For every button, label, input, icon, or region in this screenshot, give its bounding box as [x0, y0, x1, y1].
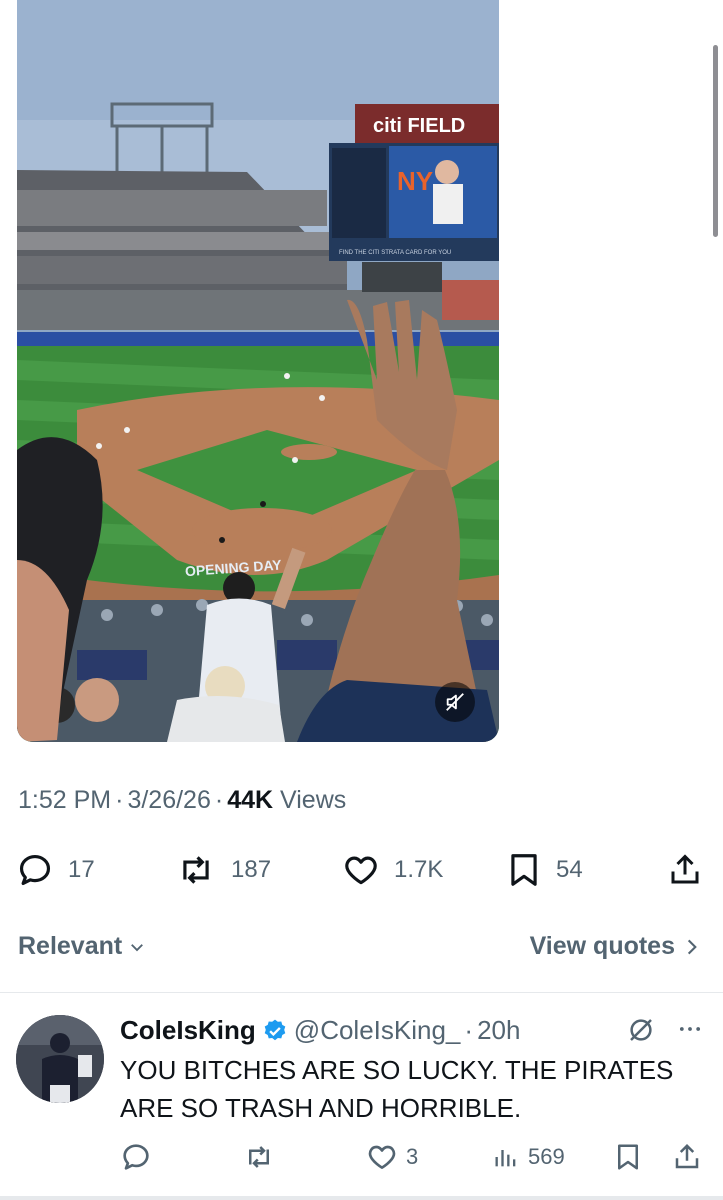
sort-dropdown[interactable]: Relevant [18, 932, 146, 961]
repost-button[interactable]: 187 [175, 845, 271, 895]
stadium-video-frame: citi FIELD NY FIND THE CITI STRATA CARD … [17, 0, 499, 742]
share-icon [675, 1143, 699, 1169]
reply-views-count: 569 [528, 1144, 565, 1169]
view-quotes-link[interactable]: View quotes [530, 932, 699, 961]
reply-display-name[interactable]: ColeIsKing [120, 1015, 256, 1046]
avatar[interactable] [16, 1015, 104, 1103]
bookmark-icon [618, 1144, 638, 1170]
more-horizontal-icon [679, 1027, 701, 1031]
share-button[interactable] [667, 845, 703, 895]
scoreboard-caption: FIND THE CITI STRATA CARD FOR YOU [339, 250, 451, 256]
scoreboard-brand: citi FIELD [373, 115, 465, 137]
reply-count: 17 [68, 856, 95, 883]
bookmark-count: 54 [556, 856, 583, 883]
reply-handle[interactable]: @ColeIsKing_ [294, 1015, 461, 1046]
reply-bookmark-button[interactable] [614, 1137, 642, 1177]
bottom-divider [0, 1196, 723, 1200]
bookmark-icon [511, 854, 537, 886]
share-icon [671, 854, 699, 884]
reply-icon [123, 1144, 149, 1170]
video-player[interactable]: citi FIELD NY FIND THE CITI STRATA CARD … [17, 0, 499, 742]
repost-icon [249, 1146, 269, 1168]
reply-like-count: 3 [406, 1144, 419, 1169]
heart-icon [368, 1145, 396, 1169]
reply-icon [19, 854, 51, 886]
view-quotes-label: View quotes [529, 932, 675, 960]
reply-button[interactable]: 17 [16, 845, 95, 895]
mute-toggle-button[interactable] [435, 682, 475, 722]
like-count: 1.7K [394, 856, 444, 883]
chevron-down-icon [131, 943, 144, 951]
views-chart-icon [495, 1150, 516, 1167]
reply-views-button[interactable]: 569 [492, 1137, 565, 1177]
reply-like-button[interactable]: 3 [366, 1137, 418, 1177]
svg-text:NY: NY [397, 166, 433, 196]
grok-button[interactable] [626, 1015, 656, 1050]
avatar-image [16, 1015, 104, 1103]
post-time: 1:52 PM [18, 786, 112, 814]
chevron-right-icon [687, 939, 697, 954]
views-label: Views [280, 786, 347, 814]
bookmark-button[interactable]: 54 [506, 845, 583, 895]
reply-sort-row: Relevant View quotes [0, 924, 723, 972]
reply-post[interactable]: ColeIsKing @ColeIsKing_ · 20h YOU BITCHE… [0, 993, 723, 1200]
reply-action-bar: 3 569 [0, 1137, 723, 1177]
like-button[interactable]: 1.7K [342, 845, 443, 895]
scroll-indicator[interactable] [713, 45, 718, 237]
repost-count: 187 [231, 856, 272, 883]
views-count: 44K [227, 786, 274, 814]
reply-reply-button[interactable] [120, 1137, 152, 1177]
grok-icon [630, 1019, 652, 1041]
verified-badge-icon [262, 1018, 288, 1044]
post-action-bar: 17 187 1.7K 54 [0, 845, 723, 895]
reply-share-button[interactable] [672, 1137, 702, 1177]
reply-time[interactable]: 20h [477, 1015, 520, 1046]
repost-icon [183, 856, 209, 884]
reply-repost-button[interactable] [242, 1137, 276, 1177]
heart-icon [345, 856, 377, 885]
post-date[interactable]: 3/26/26 [127, 786, 210, 814]
speaker-muted-icon [446, 693, 464, 711]
reply-header: ColeIsKing @ColeIsKing_ · 20h [120, 1015, 521, 1046]
reply-text: YOU BITCHES ARE SO LUCKY. THE PIRATES AR… [120, 1055, 674, 1123]
post-meta: 1:52 PM · 3/26/26 · 44K Views [18, 786, 347, 814]
sort-label: Relevant [18, 932, 123, 960]
more-options-button[interactable] [676, 1015, 704, 1048]
